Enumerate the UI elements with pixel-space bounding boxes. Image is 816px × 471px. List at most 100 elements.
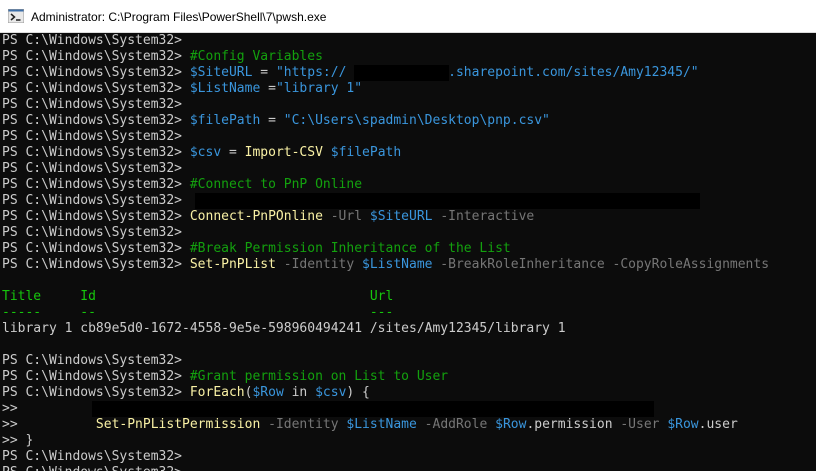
title-bar[interactable]: Administrator: C:\Program Files\PowerShe… [0, 0, 816, 33]
console-text-default [323, 145, 331, 160]
console-text-parameter: -User [612, 417, 668, 432]
console-text-default: = [260, 81, 276, 96]
console-line: PS C:\Windows\System32> Connect-PnPOnlin… [2, 209, 534, 225]
console-text-header: ----- -- --- [2, 305, 394, 320]
console-text-variable: $filePath [189, 113, 261, 128]
console-line: PS C:\Windows\System32> [2, 465, 198, 471]
console-line: >> Set-PnPListPermission -Identity $List… [2, 417, 738, 433]
console-text-string: "C:\Users\spadmin\Desktop\pnp.csv" [283, 113, 550, 128]
console-text-default: .permission [526, 417, 613, 432]
console-text-default: >> [2, 401, 26, 416]
window-title: Administrator: C:\Program Files\PowerShe… [31, 10, 327, 24]
console-text-variable: $Row [667, 417, 699, 432]
console-line: PS C:\Windows\System32> [2, 97, 190, 113]
powershell-icon [8, 9, 24, 23]
console-text-default: PS C:\Windows\System32> [2, 257, 190, 272]
console-text-variable: $csv [189, 145, 222, 160]
console-line: PS C:\Windows\System32> $SiteURL = "http… [2, 65, 699, 81]
console-text-variable: $SiteURL [369, 209, 433, 224]
console-text-variable: $csv [315, 385, 347, 400]
console-text-default: = [252, 65, 276, 80]
console-line: >> } [2, 433, 33, 449]
console-text-default: >> [2, 417, 96, 432]
console-line: library 1 cb89e5d0-1672-4558-9e5e-598960… [2, 321, 566, 337]
console-text-variable: $filePath [330, 145, 402, 160]
console-line: PS C:\Windows\System32> [2, 129, 190, 145]
console-line: PS C:\Windows\System32> Set-PnPList -Ide… [2, 257, 769, 273]
console-text-default: PS C:\Windows\System32> [2, 449, 190, 464]
console-text-comment: #Grant permission on List to User [189, 369, 449, 384]
console-text-default: >> } [2, 433, 34, 448]
console-text-default: PS C:\Windows\System32> [2, 353, 190, 368]
console-line: ----- -- --- [2, 305, 393, 321]
console-line: >> [2, 401, 25, 417]
console-text-default: PS C:\Windows\System32> [2, 33, 190, 48]
console-text-parameter: -AddRole [416, 417, 496, 432]
redaction-box [92, 401, 654, 417]
console-text-default: PS C:\Windows\System32> [2, 209, 190, 224]
console-text-default: = [221, 145, 245, 160]
console-line: PS C:\Windows\System32> #Connect to PnP … [2, 177, 362, 193]
console-text-default: in [283, 385, 316, 400]
console-text-default: PS C:\Windows\System32> [2, 81, 190, 96]
terminal-window: Administrator: C:\Program Files\PowerShe… [0, 0, 816, 471]
console-text-default: ) { [346, 385, 370, 400]
console-line: PS C:\Windows\System32> #Config Variable… [2, 49, 323, 65]
console-text-parameter: -Identity [275, 257, 363, 272]
console-text-default: PS C:\Windows\System32> [2, 49, 190, 64]
console-text-variable: $Row [252, 385, 284, 400]
console-text-default: PS C:\Windows\System32> [2, 241, 190, 256]
console-text-default: library 1 cb89e5d0-1672-4558-9e5e-598960… [2, 321, 566, 336]
console-text-default: PS C:\Windows\System32> [2, 97, 190, 112]
console-text-variable: $ListName [362, 257, 433, 272]
console-text-comment: #Config Variables [189, 49, 323, 64]
console-line: PS C:\Windows\System32> $ListName ="libr… [2, 81, 362, 97]
redaction-box [354, 65, 449, 81]
console-text-command: Connect-PnPOnline [189, 209, 323, 224]
console-text-parameter: -Interactive [432, 209, 535, 224]
console-text-command: ForEach [189, 385, 245, 400]
console-text-parameter: -Url [322, 209, 370, 224]
console-text-default: PS C:\Windows\System32> [2, 385, 190, 400]
redaction-box [195, 193, 700, 209]
console-line: PS C:\Windows\System32> [2, 225, 190, 241]
console-text-string: "https:// .sharepoint.com/sites/Amy12345… [275, 65, 699, 80]
console-line: PS C:\Windows\System32> ForEach($Row in … [2, 385, 370, 401]
console-text-header: Title Id Url [2, 289, 394, 304]
console-line: PS C:\Windows\System32> [2, 193, 190, 209]
console-line: Title Id Url [2, 289, 393, 305]
console-text-variable: $ListName [346, 417, 417, 432]
console-text-variable: $Row [495, 417, 527, 432]
console-text-default: PS C:\Windows\System32> [2, 369, 190, 384]
console-text-parameter: -BreakRoleInheritance -CopyRoleAssignmen… [432, 257, 770, 272]
console-output[interactable]: PS C:\Windows\System32> PS C:\Windows\Sy… [0, 33, 816, 471]
console-text-default: PS C:\Windows\System32> [2, 145, 190, 160]
console-text-variable: $SiteURL [189, 65, 253, 80]
console-line: PS C:\Windows\System32> $filePath = "C:\… [2, 113, 550, 129]
console-line: PS C:\Windows\System32> [2, 449, 190, 465]
console-text-default: PS C:\Windows\System32> [2, 225, 190, 240]
console-line: PS C:\Windows\System32> [2, 161, 190, 177]
console-text-command: Set-PnPListPermission [95, 417, 261, 432]
console-text-default: PS C:\Windows\System32> [2, 193, 190, 208]
console-text-command: Import-CSV [244, 145, 323, 160]
console-text-default: PS C:\Windows\System32> [2, 161, 190, 176]
console-line: PS C:\Windows\System32> [2, 353, 190, 369]
console-line: PS C:\Windows\System32> #Grant permissio… [2, 369, 448, 385]
console-text-parameter: -Identity [260, 417, 347, 432]
console-line: PS C:\Windows\System32> [2, 33, 190, 49]
console-text-default: = [260, 113, 284, 128]
console-text-default: PS C:\Windows\System32> [2, 177, 190, 192]
console-text-variable: $ListName [189, 81, 261, 96]
console-text-default: PS C:\Windows\System32> [2, 129, 190, 144]
console-text-default: PS C:\Windows\System32> [2, 65, 190, 80]
console-line: PS C:\Windows\System32> $csv = Import-CS… [2, 145, 401, 161]
console-text-default: .user [698, 417, 738, 432]
console-text-default: PS C:\Windows\System32> [2, 113, 190, 128]
console-text-command: Set-PnPList [189, 257, 276, 272]
console-line: PS C:\Windows\System32> #Break Permissio… [2, 241, 511, 257]
console-text-comment: #Connect to PnP Online [189, 177, 363, 192]
console-text-comment: #Break Permission Inheritance of the Lis… [189, 241, 511, 256]
console-text-default: PS C:\Windows\System32> [2, 465, 190, 471]
console-text-string: "library 1" [275, 81, 363, 96]
